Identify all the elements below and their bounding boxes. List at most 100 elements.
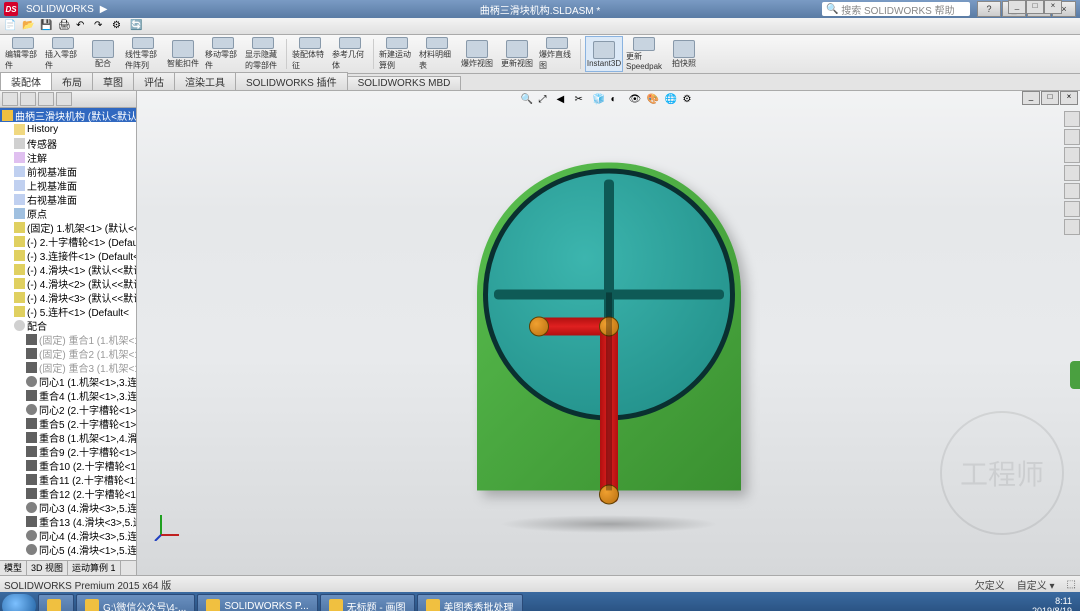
tree-item[interactable]: 重合12 (2.十字槽轮<1>,... — [0, 486, 136, 500]
tree-item[interactable]: 同心4 (4.滑块<3>,5.连杆... — [0, 528, 136, 542]
status-units[interactable]: 自定义 ▾ — [1017, 577, 1055, 592]
orientation-triad[interactable] — [153, 511, 183, 541]
redo-icon[interactable]: ↷ — [94, 20, 108, 32]
tree-item[interactable]: 同心2 (2.十字槽轮<1>,3... — [0, 402, 136, 416]
resources-tab-icon[interactable] — [1064, 111, 1080, 127]
tree-item[interactable]: (固定) 重合1 (1.机架<1>...) — [0, 332, 136, 346]
tab-草图[interactable]: 草图 — [92, 72, 134, 90]
file-explorer-tab-icon[interactable] — [1064, 147, 1080, 163]
tree-item[interactable]: 上视基准面 — [0, 178, 136, 192]
tab-渲染工具[interactable]: 渲染工具 — [174, 72, 236, 90]
vp-max-button[interactable]: □ — [1041, 91, 1059, 105]
footer-tab[interactable]: 运动算例 1 — [68, 561, 121, 575]
system-clock[interactable]: 8:11 2019/8/19 — [1026, 596, 1078, 611]
ribbon-更新视图[interactable]: 更新视图 — [498, 36, 536, 72]
zoom-area-icon[interactable]: ⤢ — [539, 94, 553, 108]
ribbon-移动零部件[interactable]: 移动零部件 — [204, 36, 242, 72]
tree-item[interactable]: 同心5 (4.滑块<1>,5.连杆... — [0, 542, 136, 556]
tab-装配体[interactable]: 装配体 — [0, 72, 52, 90]
tree-item[interactable]: (-) 4.滑块<3> (默认<<默认... — [0, 290, 136, 304]
ribbon-编辑零部件[interactable]: 编辑零部件 — [4, 36, 42, 72]
task-pane-handle[interactable] — [1070, 361, 1080, 389]
rebuild-icon[interactable]: 🔄 — [130, 20, 144, 32]
doc-min-button[interactable]: _ — [1008, 0, 1026, 14]
options-icon[interactable]: ⚙ — [112, 20, 126, 32]
graphics-viewport[interactable]: 🔍 ⤢ ◀ ✂ 🧊 ◐ 👁 🎨 🌐 ⚙ _ □ × — [137, 91, 1080, 575]
tree-item[interactable]: 重合4 (1.机架<1>,3.连接... — [0, 388, 136, 402]
tree-root[interactable]: 曲柄三滑块机构 (默认<默认_显...) — [0, 108, 136, 122]
status-trap-icon[interactable]: ⬚ — [1067, 579, 1076, 590]
prop-tab-icon[interactable] — [20, 92, 36, 106]
custom-props-tab-icon[interactable] — [1064, 201, 1080, 217]
doc-max-button[interactable]: □ — [1026, 0, 1044, 14]
scene-icon[interactable]: 🌐 — [665, 94, 679, 108]
tab-布局[interactable]: 布局 — [51, 72, 93, 90]
taskbar-item[interactable]: SOLIDWORKS P... — [197, 594, 317, 611]
tree-item[interactable]: 传感器 — [0, 136, 136, 150]
forum-tab-icon[interactable] — [1064, 219, 1080, 235]
view-settings-icon[interactable]: ⚙ — [683, 94, 697, 108]
help-button[interactable]: ? — [977, 1, 1001, 17]
tree-item[interactable]: 同心1 (1.机架<1>,3.连接... — [0, 374, 136, 388]
tree-item[interactable]: (-) 4.滑块<2> (默认<<默认... — [0, 276, 136, 290]
pinned-explorer[interactable] — [38, 594, 74, 611]
tree-item[interactable]: 重合9 (2.十字槽轮<1>,4... — [0, 444, 136, 458]
start-button[interactable] — [2, 594, 36, 611]
tree-item[interactable]: (-) 5.连杆<1> (Default< — [0, 304, 136, 318]
ribbon-材料明细表[interactable]: 材料明细表 — [418, 36, 456, 72]
ribbon-爆炸视图[interactable]: 爆炸视图 — [458, 36, 496, 72]
tree-item[interactable]: (-) 3.连接件<1> (Default<<... — [0, 248, 136, 262]
display-style-icon[interactable]: ◐ — [611, 94, 625, 108]
display-tab-icon[interactable] — [56, 92, 72, 106]
tree-item[interactable]: (固定) 重合3 (1.机架<1>...) — [0, 360, 136, 374]
tree-item[interactable]: 前视基准面 — [0, 164, 136, 178]
ribbon-新建运动算例[interactable]: 新建运动算例 — [378, 36, 416, 72]
ribbon-装配体特征[interactable]: 装配体特征 — [291, 36, 329, 72]
footer-tab[interactable]: 模型 — [0, 561, 27, 575]
ribbon-智能扣件[interactable]: 智能扣件 — [164, 36, 202, 72]
vp-close-button[interactable]: × — [1060, 91, 1078, 105]
appearances-tab-icon[interactable] — [1064, 183, 1080, 199]
taskbar-item[interactable]: G:\微信公众号\4-... — [76, 594, 195, 611]
tree-item[interactable]: 重合11 (2.十字槽轮<1>,... — [0, 472, 136, 486]
view-palette-tab-icon[interactable] — [1064, 165, 1080, 181]
zoom-fit-icon[interactable]: 🔍 — [521, 94, 535, 108]
open-icon[interactable]: 📂 — [22, 20, 36, 32]
tree-item[interactable]: 重合13 (4.滑块<3>,5.连... — [0, 514, 136, 528]
ribbon-显示隐藏的零部件[interactable]: 显示隐藏的零部件 — [244, 36, 282, 72]
taskbar-item[interactable]: 无标题 - 画图 — [320, 594, 415, 611]
ribbon-Instant3D[interactable]: Instant3D — [585, 36, 623, 72]
tree-item[interactable]: 配合 — [0, 318, 136, 332]
doc-close-button[interactable]: × — [1044, 0, 1062, 14]
ribbon-线性零部件阵列[interactable]: 线性零部件阵列 — [124, 36, 162, 72]
vp-min-button[interactable]: _ — [1022, 91, 1040, 105]
design-library-tab-icon[interactable] — [1064, 129, 1080, 145]
tree-item[interactable]: 原点 — [0, 206, 136, 220]
tree-item[interactable]: 重合5 (2.十字槽轮<1>,3... — [0, 416, 136, 430]
taskbar-item[interactable]: 美图秀秀批处理 — [417, 594, 523, 611]
fm-tab-icon[interactable] — [2, 92, 18, 106]
ribbon-插入零部件[interactable]: 插入零部件 — [44, 36, 82, 72]
appearance-icon[interactable]: 🎨 — [647, 94, 661, 108]
tree-item[interactable]: 同心3 (4.滑块<3>,5.连杆... — [0, 500, 136, 514]
ribbon-爆炸直线图[interactable]: 爆炸直线图 — [538, 36, 576, 72]
tree-item[interactable]: 重合10 (2.十字槽轮<1>,... — [0, 458, 136, 472]
search-input[interactable]: 🔍 搜索 SOLIDWORKS 帮助 — [822, 2, 970, 16]
tab-SOLIDWORKS MBD[interactable]: SOLIDWORKS MBD — [347, 76, 462, 90]
tree-item[interactable]: (-) 4.滑块<1> (默认<<默认... — [0, 262, 136, 276]
tree-item[interactable]: (固定) 重合2 (1.机架<1>...) — [0, 346, 136, 360]
view-orient-icon[interactable]: 🧊 — [593, 94, 607, 108]
tab-评估[interactable]: 评估 — [133, 72, 175, 90]
tree-item[interactable]: (-) 2.十字槽轮<1> (Default... — [0, 234, 136, 248]
ribbon-拍快照[interactable]: 拍快照 — [665, 36, 703, 72]
tree-item[interactable]: 重合8 (1.机架<1>,4.滑块... — [0, 430, 136, 444]
save-icon[interactable]: 💾 — [40, 20, 54, 32]
ribbon-配合[interactable]: 配合 — [84, 36, 122, 72]
tree-item[interactable]: History — [0, 122, 136, 136]
undo-icon[interactable]: ↶ — [76, 20, 90, 32]
section-icon[interactable]: ✂ — [575, 94, 589, 108]
tree-item[interactable]: 右视基准面 — [0, 192, 136, 206]
hide-show-icon[interactable]: 👁 — [629, 94, 643, 108]
config-tab-icon[interactable] — [38, 92, 54, 106]
ribbon-参考几何体[interactable]: 参考几何体 — [331, 36, 369, 72]
